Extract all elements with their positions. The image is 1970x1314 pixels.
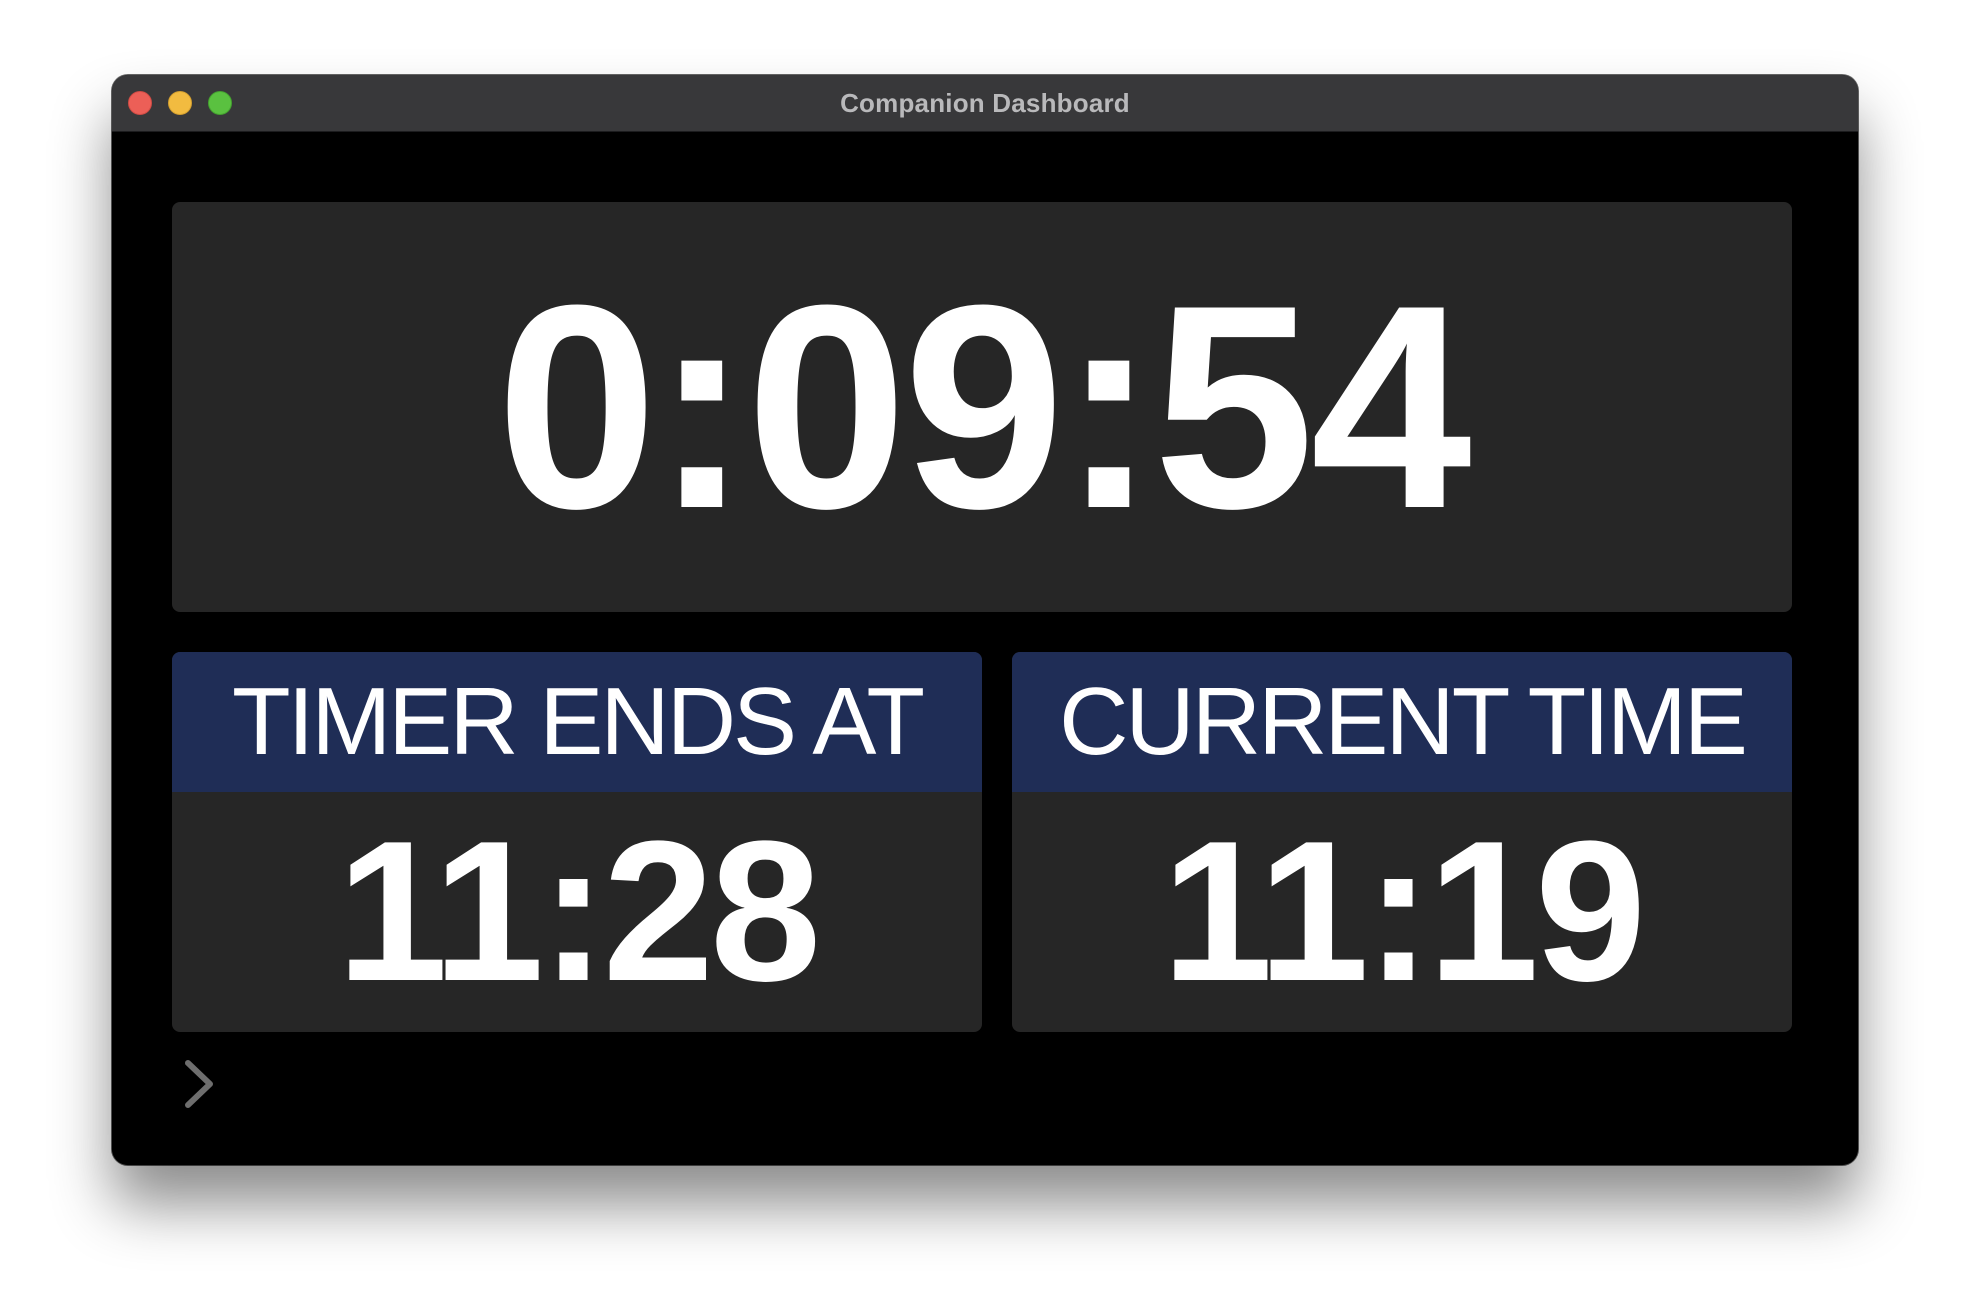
current-time-value: 11:19 [1161, 800, 1646, 1023]
timer-ends-panel: TIMER ENDS AT 11:28 [172, 652, 982, 1032]
minimize-window-button[interactable] [168, 91, 192, 115]
timer-ends-header: TIMER ENDS AT [172, 652, 982, 792]
current-time-panel: CURRENT TIME 11:19 [1012, 652, 1792, 1032]
chevron-right-icon[interactable] [178, 1057, 218, 1111]
window-controls [128, 75, 232, 131]
countdown-timer-value: 0:09:54 [496, 245, 1472, 569]
timer-ends-label: TIMER ENDS AT [232, 668, 925, 775]
current-time-value-box: 11:19 [1012, 792, 1792, 1032]
current-time-label: CURRENT TIME [1059, 668, 1748, 775]
maximize-window-button[interactable] [208, 91, 232, 115]
current-time-header: CURRENT TIME [1012, 652, 1792, 792]
timer-ends-value-box: 11:28 [172, 792, 982, 1032]
app-window: Companion Dashboard 0:09:54 TIMER ENDS A… [112, 75, 1858, 1165]
countdown-timer-panel: 0:09:54 [172, 202, 1792, 612]
timer-ends-value: 11:28 [336, 800, 821, 1023]
dashboard-content: 0:09:54 TIMER ENDS AT 11:28 CURRENT TIME… [112, 132, 1858, 1165]
window-title: Companion Dashboard [840, 87, 1130, 118]
title-bar[interactable]: Companion Dashboard [112, 75, 1858, 132]
close-window-button[interactable] [128, 91, 152, 115]
